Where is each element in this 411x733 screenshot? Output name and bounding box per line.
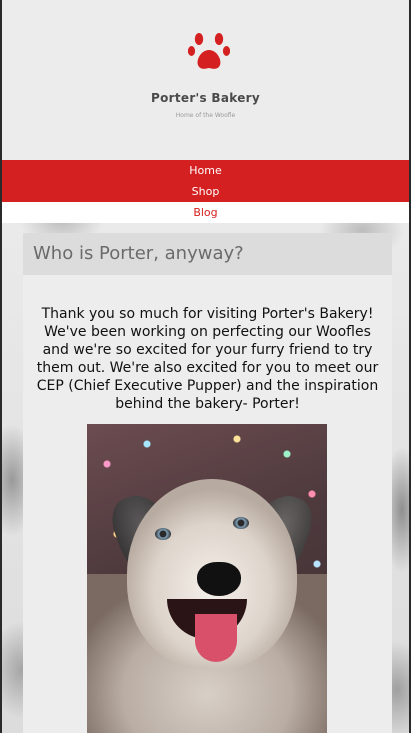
site-tagline: Home of the Woofle — [175, 112, 236, 119]
porter-dog-photo — [87, 424, 327, 733]
nav-item-blog[interactable]: Blog — [2, 202, 409, 223]
nav-item-home[interactable]: Home — [2, 160, 409, 181]
post-title-bar: Who is Porter, anyway? — [23, 233, 392, 275]
dog-nose — [197, 562, 241, 596]
dog-tongue — [195, 614, 237, 662]
main-nav: Home Shop Blog — [2, 160, 409, 223]
paw-print-icon[interactable] — [188, 30, 230, 72]
dog-eye-right — [233, 517, 249, 529]
dog-eye-left — [155, 528, 171, 540]
post-title: Who is Porter, anyway? — [33, 243, 244, 264]
site-header: Porter's Bakery Home of the Woofle — [2, 0, 409, 157]
site-title[interactable]: Porter's Bakery — [2, 91, 409, 105]
nav-item-shop[interactable]: Shop — [2, 181, 409, 202]
post-body: Thank you so much for visiting Porter's … — [23, 275, 392, 733]
post-intro-text: Thank you so much for visiting Porter's … — [36, 306, 379, 412]
